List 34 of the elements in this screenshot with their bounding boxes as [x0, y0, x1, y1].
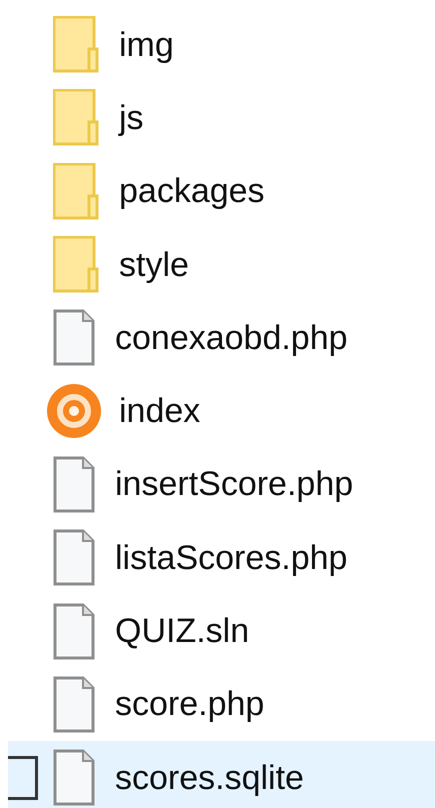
checkbox[interactable] [8, 756, 38, 800]
file-name: QUIZ.sln [115, 614, 250, 648]
file-row[interactable]: packages [8, 154, 435, 228]
document-icon [53, 456, 95, 513]
file-row[interactable]: insertScore.php [8, 448, 435, 522]
document-icon [53, 749, 95, 806]
file-name: js [119, 100, 144, 135]
file-name: score.php [115, 687, 264, 722]
file-row[interactable]: listaScores.php [8, 521, 435, 594]
file-row[interactable]: conexaobd.php [8, 301, 435, 374]
ring-icon [46, 383, 102, 440]
folder-icon [53, 236, 99, 294]
document-icon [53, 529, 95, 586]
file-name: style [119, 248, 189, 282]
file-row[interactable]: QUIZ.sln [8, 594, 435, 668]
folder-icon [53, 89, 99, 146]
file-row[interactable]: scores.sqlite [8, 740, 435, 808]
file-row[interactable]: img [8, 8, 435, 82]
document-icon [53, 676, 95, 733]
file-row[interactable]: style [8, 228, 435, 302]
file-name: conexaobd.php [115, 320, 348, 355]
folder-icon [53, 16, 99, 74]
file-name: index [119, 394, 200, 428]
file-name: insertScore.php [115, 467, 354, 502]
file-name: listaScores.php [115, 540, 348, 575]
file-row[interactable]: index [8, 374, 435, 448]
document-icon [53, 602, 95, 660]
file-row[interactable]: js [8, 81, 435, 155]
file-name: scores.sqlite [115, 760, 304, 795]
file-name: packages [119, 174, 265, 208]
file-name: img [119, 28, 174, 62]
file-row[interactable]: score.php [8, 668, 435, 741]
document-icon [53, 309, 95, 366]
folder-icon [53, 162, 99, 220]
